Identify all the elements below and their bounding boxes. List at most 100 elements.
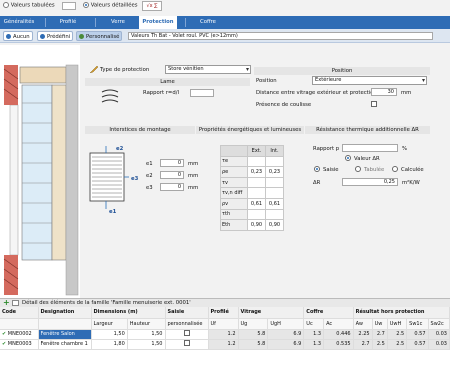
row-aw: 2.7 — [353, 339, 373, 350]
e3-label: e3 — [146, 185, 153, 191]
row-personnalisee-checkbox[interactable] — [183, 340, 190, 346]
perf-int-input[interactable]: 0,61 — [265, 197, 284, 210]
distance-unit: mm — [401, 90, 412, 96]
valeur-dr-radio[interactable] — [345, 155, 351, 161]
e2-marker: e2 — [116, 146, 124, 152]
row-uf: 1.2 — [208, 339, 239, 350]
row-uw: 2.7 — [372, 329, 388, 340]
e2-label: e2 — [146, 173, 153, 179]
col-vitrage: Vitrage — [238, 307, 305, 319]
calculee-radio[interactable] — [392, 166, 398, 172]
row-designation[interactable]: Fenêtre Salon — [38, 329, 92, 340]
predefined-button[interactable]: Prédéfini — [37, 31, 74, 41]
rapport-label: Rapport p — [313, 146, 340, 152]
perf-int-input[interactable]: 0,90 — [265, 219, 284, 231]
tabulated-radio[interactable]: Valeurs tabulées — [3, 2, 55, 9]
e1-marker: e1 — [109, 209, 117, 215]
e1-input[interactable]: 0 — [160, 159, 184, 167]
col-sw2c: Sw2c — [428, 318, 450, 330]
slat-icon — [100, 88, 120, 106]
interstice-diagram — [86, 145, 130, 217]
col-saisie: Saisie — [165, 307, 209, 319]
row-hauteur[interactable]: 1,50 — [127, 339, 166, 350]
perf-ext-input[interactable] — [247, 176, 266, 189]
rapport-input[interactable] — [342, 144, 398, 152]
row-hauteur[interactable]: 1,50 — [127, 329, 166, 340]
pencil-icon — [89, 65, 99, 74]
protection-title-field[interactable]: Valeurs Th Bat - Volet roul. PVC (e>12mm… — [128, 32, 433, 40]
col-personnalisee: personnalisée — [165, 318, 209, 330]
resistance-header: Résistance thermique additionnelle ΔR — [305, 126, 430, 134]
formula-button[interactable]: √x ∑ — [142, 1, 162, 11]
performance-table: Ext. Int. τe ρe 0,23 0,23 τv τv,n diff ρv 0,… — [220, 145, 284, 231]
distance-input[interactable]: 30 — [371, 88, 397, 96]
col-ac: Ac — [323, 318, 354, 330]
row-designation[interactable]: Fenêtre chambre 1 — [38, 339, 92, 350]
col-uw: Uw — [372, 318, 388, 330]
row-sw2c: 0.03 — [428, 329, 450, 340]
perf-key: τv,n diff — [220, 187, 248, 199]
col-designation: Designation — [38, 307, 92, 319]
position-select[interactable]: Extérieure — [312, 76, 427, 85]
row-ug: 5.8 — [238, 329, 269, 340]
e3-unit: mm — [188, 185, 199, 191]
tab-generalites[interactable]: Généralités — [0, 16, 38, 29]
saisie-radio[interactable] — [314, 166, 320, 172]
perf-int-input[interactable] — [265, 155, 284, 168]
elements-grid: Code Designation Dimensions (m) Saisie P… — [0, 307, 450, 367]
tab-verre[interactable]: Verre — [99, 16, 137, 29]
col-uwh: UwH — [387, 318, 408, 330]
row-aw: 2.25 — [353, 329, 373, 340]
tab-coffre[interactable]: Coffre — [189, 16, 227, 29]
none-icon — [6, 34, 11, 39]
position-label: Position — [256, 78, 277, 84]
dr-input[interactable]: 0,25 — [342, 178, 398, 186]
row-ac: 0.535 — [323, 339, 354, 350]
none-button[interactable]: Aucun — [3, 31, 33, 41]
energie-header: Propriétés énergétiques et lumineuses — [196, 126, 304, 134]
perf-ext-input[interactable]: 0,90 — [247, 219, 266, 231]
add-icon[interactable]: + — [3, 299, 10, 307]
perf-int-input[interactable]: 0,23 — [265, 166, 284, 178]
custom-button[interactable]: Personnalisé — [76, 31, 123, 41]
detailed-radio[interactable]: Valeurs détaillées — [83, 2, 138, 9]
col-dimensions: Dimensions (m) — [91, 307, 166, 319]
protection-type-select[interactable]: Store vénitien — [165, 65, 251, 74]
ratio-input[interactable] — [190, 89, 214, 97]
table-row[interactable]: ✔ MNE0003 Fenêtre chambre 1 1,80 1,50 1.… — [0, 339, 450, 350]
tab-protection[interactable]: Protection — [139, 16, 177, 29]
row-code: MNE0003 — [7, 341, 32, 347]
row-ac: 0.446 — [323, 329, 354, 340]
row-uc: 1.3 — [303, 329, 325, 340]
window-icon — [12, 300, 19, 306]
perf-int-input — [265, 176, 284, 189]
protection-toolbar: Aucun Prédéfini Personnalisé Valeurs Th … — [0, 29, 450, 43]
col-largeur: Largeur — [91, 318, 128, 330]
e1-unit: mm — [188, 161, 199, 167]
perf-header-int: Int. — [265, 145, 284, 157]
perf-ext-input[interactable]: 0,61 — [247, 197, 266, 210]
interstices-header: Interstices de montage — [85, 126, 195, 134]
col-ugh: UgH — [267, 318, 305, 330]
coulisse-checkbox[interactable] — [371, 101, 377, 107]
predefined-icon — [40, 34, 45, 39]
tab-profile[interactable]: Profilé — [49, 16, 87, 29]
e3-input[interactable]: 0 — [160, 183, 184, 191]
details-bar: + Détail des éléments de la famille 'Fam… — [0, 298, 450, 307]
table-icon[interactable] — [62, 2, 76, 10]
row-uwh: 2.5 — [387, 329, 408, 340]
table-row[interactable]: ✔ MNE0002 Fenêtre Salon 1,50 1,50 1.2 5.… — [0, 329, 450, 340]
perf-ext-input[interactable]: 0,23 — [247, 166, 266, 178]
perf-ext-input[interactable] — [247, 155, 266, 168]
row-ug: 5.8 — [238, 339, 269, 350]
row-uw: 2.5 — [372, 339, 388, 350]
saisie-label: Saisie — [323, 167, 339, 173]
e2-input[interactable]: 0 — [160, 171, 184, 179]
dr-label: ΔR — [313, 180, 321, 186]
col-aw: Aw — [353, 318, 373, 330]
row-largeur[interactable]: 1,50 — [91, 329, 128, 340]
row-largeur[interactable]: 1,80 — [91, 339, 128, 350]
row-personnalisee-checkbox[interactable] — [183, 330, 190, 336]
perf-int-input — [265, 208, 284, 221]
tabulee-radio[interactable] — [355, 166, 361, 172]
